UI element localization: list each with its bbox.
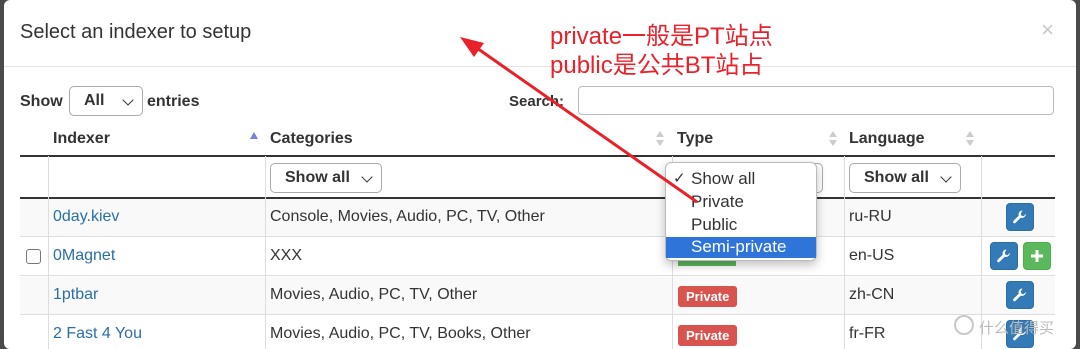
indexer-modal: Select an indexer to setup × Show All en… [4,0,1076,349]
watermark-logo-icon [954,315,974,335]
watermark-text: 什么值得买 [979,320,1055,337]
annotation-arrow [460,37,698,204]
